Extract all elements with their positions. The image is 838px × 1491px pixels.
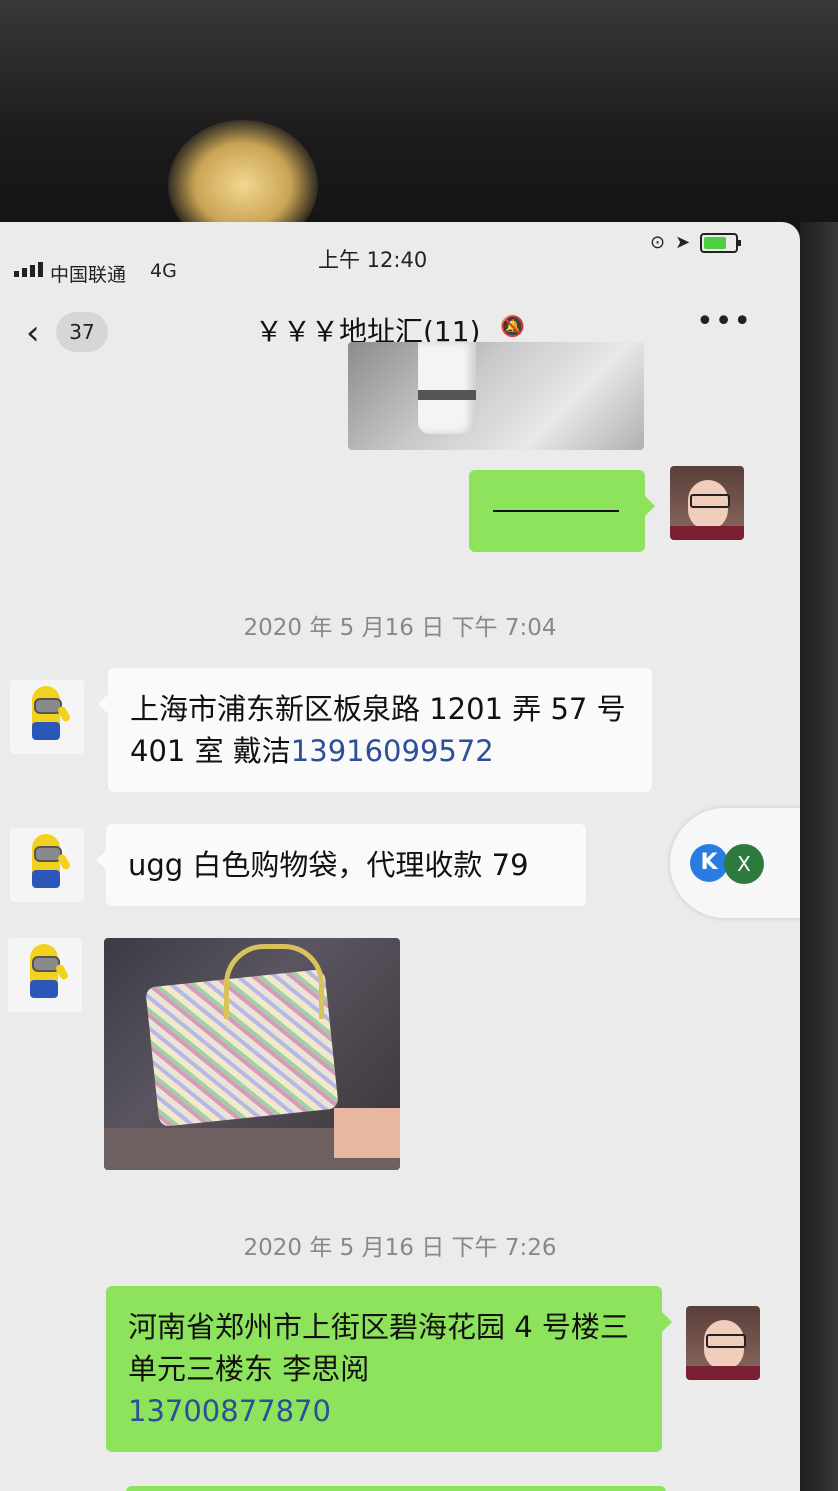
avatar-minion[interactable]	[8, 938, 82, 1012]
chat-nav-bar: ‹ 37 ￥￥￥地址汇(11) 🔕 •••	[0, 284, 800, 352]
k-app-icon[interactable]: K	[690, 844, 728, 882]
status-bar: 中国联通 4G 上午 12:40 ⊙ ➤	[0, 222, 800, 286]
x-app-icon[interactable]: X	[724, 844, 764, 884]
network-type: 4G	[150, 260, 177, 282]
phone-link-2[interactable]: 13700877870	[128, 1394, 331, 1428]
address-text-2: 河南省郑州市上街区碧海花园 4 号楼三单元三楼东 李思阅	[128, 1310, 629, 1386]
phone-bezel-top	[0, 0, 838, 230]
floating-widget[interactable]: K X	[670, 808, 800, 918]
battery-charging-icon	[700, 232, 742, 253]
signal-icon	[14, 262, 43, 277]
image-message-bag[interactable]	[104, 938, 400, 1170]
address-message-1[interactable]: 上海市浦东新区板泉路 1201 弄 57 号 401 室 戴洁139160995…	[98, 668, 652, 792]
rotation-lock-icon: ⊙	[650, 232, 666, 253]
horizontal-line	[493, 510, 619, 512]
timestamp-2: 2020 年 5 月16 日 下午 7:26	[243, 1235, 557, 1261]
bell-slash-icon: 🔕	[500, 314, 525, 338]
location-arrow-icon: ➤	[675, 232, 691, 253]
more-options-button[interactable]: •••	[696, 304, 752, 339]
avatar-minion[interactable]	[10, 828, 84, 902]
sent-line-message[interactable]	[469, 470, 655, 552]
chat-screen: 中国联通 4G 上午 12:40 ⊙ ➤ ‹ 37 ￥￥￥地址汇(11) 🔕 •…	[0, 222, 800, 1491]
sent-message-partial[interactable]	[126, 1486, 666, 1491]
avatar-self[interactable]	[670, 466, 744, 540]
phone-link-1[interactable]: 13916099572	[291, 734, 494, 768]
ugg-message[interactable]: ugg 白色购物袋，代理收款 79	[96, 824, 586, 906]
back-chevron-icon[interactable]: ‹	[26, 316, 40, 350]
status-icons: ⊙ ➤	[650, 232, 742, 253]
avatar-self[interactable]	[686, 1306, 760, 1380]
image-message-product[interactable]	[348, 342, 644, 450]
address-message-2[interactable]: 河南省郑州市上街区碧海花园 4 号楼三单元三楼东 李思阅 13700877870	[106, 1286, 672, 1452]
avatar-minion[interactable]	[10, 680, 84, 754]
unread-count-badge[interactable]: 37	[56, 312, 108, 352]
timestamp-1: 2020 年 5 月16 日 下午 7:04	[243, 615, 557, 641]
ugg-text: ugg 白色购物袋，代理收款 79	[128, 848, 529, 882]
carrier-label: 中国联通	[50, 264, 127, 286]
phone-bezel-right	[800, 222, 838, 1491]
status-time: 上午 12:40	[318, 248, 428, 272]
